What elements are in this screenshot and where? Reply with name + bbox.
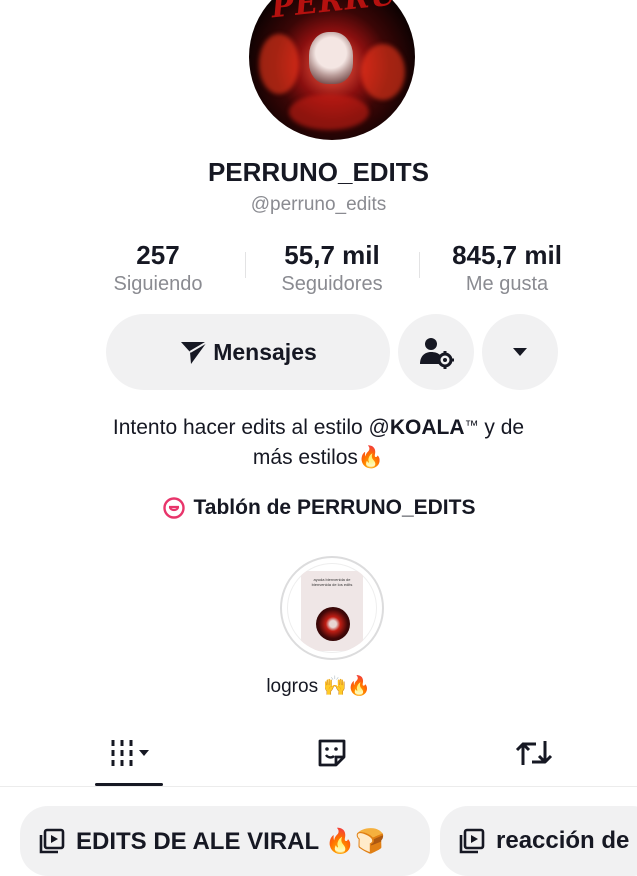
- bio-mention[interactable]: KOALA: [390, 416, 465, 439]
- caret-down-icon: [513, 348, 527, 356]
- stat-divider: [419, 252, 420, 278]
- tab-reposts[interactable]: [504, 730, 564, 776]
- avatar-flame: [289, 94, 369, 130]
- sticker-icon: [318, 739, 346, 767]
- grid-icon: [111, 740, 149, 766]
- bio-text-suffix: y de: [478, 416, 525, 439]
- playlist-icon: [459, 828, 485, 854]
- avatar-flame: [259, 34, 299, 94]
- stat-likes-label: Me gusta: [465, 273, 549, 295]
- avatar-flame: [361, 44, 405, 100]
- story-highlight[interactable]: ayuda bienvenida de bienvenida de los ed…: [280, 556, 384, 660]
- tab-videos[interactable]: [99, 730, 159, 776]
- stat-likes[interactable]: 845,7 mil Me gusta: [432, 240, 582, 296]
- bio-text-prefix: Intento hacer edits al estilo @: [112, 416, 390, 439]
- highlight-card: ayuda bienvenida de bienvenida de los ed…: [301, 571, 363, 651]
- stat-followers[interactable]: 55,7 mil Seguidores: [262, 240, 402, 296]
- repost-icon: [515, 741, 553, 765]
- playlist-icon: [39, 828, 65, 854]
- profile-avatar[interactable]: PERRUNO: [249, 0, 415, 140]
- bio-text-line2: más estilos🔥: [252, 446, 385, 469]
- stat-likes-value: 845,7 mil: [452, 240, 562, 270]
- board-icon: [162, 497, 185, 519]
- stat-followers-value: 55,7 mil: [284, 240, 380, 270]
- profile-bio: Intento hacer edits al estilo @KOALA™ y …: [60, 410, 577, 473]
- playlist-card[interactable]: EDITS DE ALE VIRAL 🔥🍞: [20, 806, 430, 876]
- playlist-title: reacción de: [496, 827, 630, 854]
- stat-following-label: Siguiendo: [113, 273, 203, 295]
- display-name: PERRUNO_EDITS: [207, 157, 430, 187]
- stat-following[interactable]: 257 Siguiendo: [98, 240, 218, 296]
- avatar-logo-text: PERRUNO: [270, 0, 415, 25]
- playlist-title: EDITS DE ALE VIRAL 🔥🍞: [76, 827, 386, 855]
- board-label: Tablón de PERRUNO_EDITS: [193, 496, 476, 519]
- stat-followers-label: Seguidores: [281, 273, 383, 295]
- messages-label: Mensajes: [213, 338, 317, 365]
- board-link[interactable]: Tablón de PERRUNO_EDITS: [0, 496, 637, 520]
- stat-following-value: 257: [136, 240, 180, 270]
- tab-stickers[interactable]: [302, 730, 362, 776]
- send-icon: [181, 341, 208, 364]
- highlight-label: logros 🙌🔥: [266, 676, 371, 697]
- tabs-divider: [0, 786, 637, 787]
- highlight-cover: ayuda bienvenida de bienvenida de los ed…: [287, 563, 377, 653]
- stat-divider: [245, 252, 246, 278]
- more-options-button[interactable]: [482, 314, 558, 390]
- avatar-mask-face: [309, 32, 353, 84]
- messages-button[interactable]: Mensajes: [106, 314, 390, 390]
- add-friend-button[interactable]: [398, 314, 474, 390]
- highlight-caption: ayuda bienvenida de bienvenida de los ed…: [311, 577, 353, 587]
- playlist-card[interactable]: reacción de: [440, 806, 637, 876]
- person-gear-icon: [420, 338, 454, 369]
- username-handle: @perruno_edits: [250, 194, 387, 215]
- highlight-avatar-image: [316, 607, 350, 641]
- bio-trademark: ™: [464, 417, 479, 433]
